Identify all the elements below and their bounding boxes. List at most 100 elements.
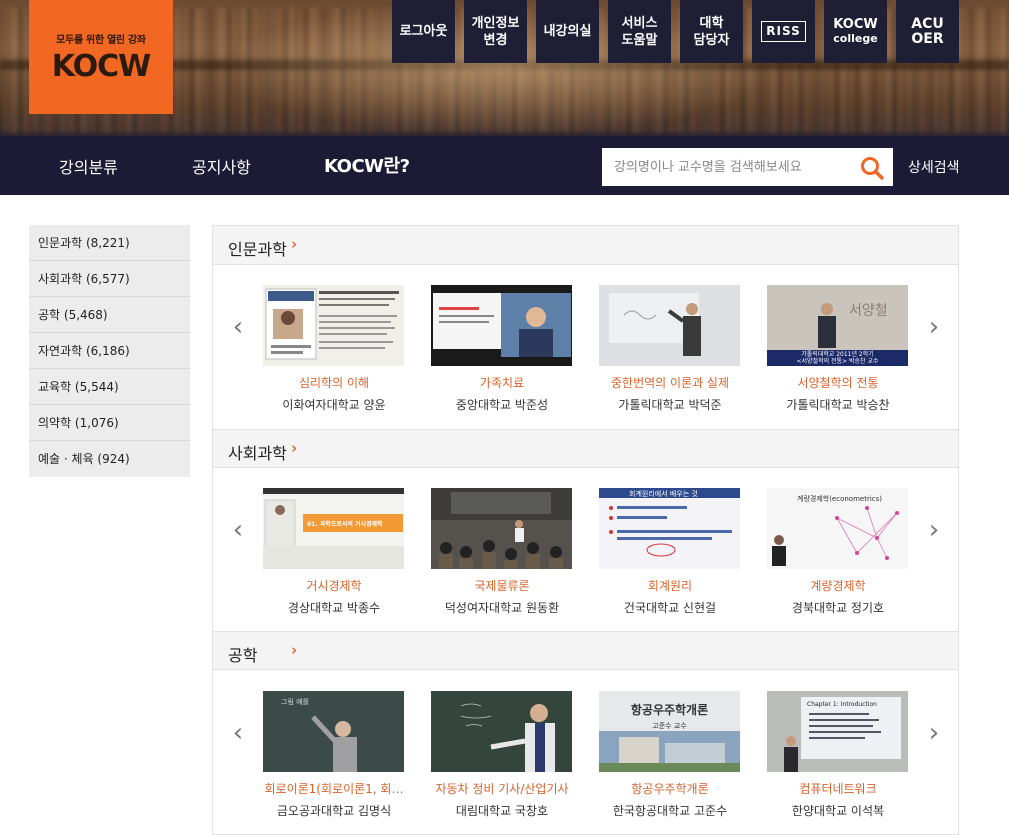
course-school-professor: 건국대학교 신현걸 (623, 601, 717, 615)
search-box (602, 148, 893, 186)
course-thumbnail: 항공우주학개론 고준수 교수 (599, 691, 740, 772)
course-card[interactable]: 국제물류론 덕성여자대학교 원동환 (431, 488, 573, 616)
logo-slogan: 모두를 위한 열린 강좌 (56, 34, 146, 46)
thumbnail-caption: 가톨릭대학교 2011년 2학기 <서양철학의 전통> 박승찬 교수 (796, 351, 879, 365)
course-title: 계량경제학 (810, 579, 866, 593)
course-title: 국제물류론 (474, 579, 530, 593)
chevron-right-icon[interactable]: › (291, 235, 297, 253)
sidebar-item-medicine[interactable]: 의약학 (1,076) (29, 405, 190, 441)
thumbnail-banner-text: 01. 과학으로서의 거시경제학 (307, 521, 383, 528)
course-school-professor: 가톨릭대학교 박덕준 (618, 398, 722, 412)
carousel-prev-button[interactable]: ‹ (228, 718, 248, 748)
carousel-prev-button[interactable]: ‹ (228, 312, 248, 342)
course-showcase: 인문과학 › ‹ › 심리학의 이해 이화여자대학교 양윤 가족치료 중앙대학교… (212, 225, 959, 835)
course-thumbnail (431, 488, 572, 569)
course-school-professor: 경상대학교 박종수 (287, 601, 381, 615)
course-thumbnail: Chapter 1: Introduction (767, 691, 908, 772)
sidebar-item-humanities[interactable]: 인문과학 (8,221) (29, 225, 190, 261)
course-card[interactable]: 회계원리에서 배우는 것 회계원리 건국대학교 신현걸 (599, 488, 741, 616)
course-school-professor: 대림대학교 국창호 (455, 804, 549, 818)
course-title: 자동차 정비 기사/산업기사 (435, 782, 569, 796)
course-title: 가족치료 (479, 376, 525, 390)
course-thumbnail: 01. 과학으로서의 거시경제학 (263, 488, 404, 569)
sidebar-item-education[interactable]: 교육학 (5,544) (29, 369, 190, 405)
course-card[interactable]: 그림 예를 회로이론1(회로이론1, 회… 금오공과대학교 김명식 (263, 691, 405, 819)
course-thumbnail (431, 285, 572, 366)
course-school-professor: 중앙대학교 박준성 (455, 398, 549, 412)
sidebar-item-engineering[interactable]: 공학 (5,468) (29, 297, 190, 333)
course-title: 거시경제학 (306, 579, 362, 593)
thumbnail-title-text: 계량경제학(econometrics) (797, 495, 883, 503)
nav-about-kocw[interactable]: KOCW란? (324, 152, 410, 178)
course-card[interactable]: 01. 과학으로서의 거시경제학 거시경제학 경상대학교 박종수 (263, 488, 405, 616)
course-card[interactable]: 심리학의 이해 이화여자대학교 양윤 (263, 285, 405, 413)
chevron-right-icon[interactable]: › (291, 641, 297, 659)
kocw-college-button[interactable]: KOCW college (824, 0, 887, 63)
my-lectures-button[interactable]: 내강의실 (536, 0, 599, 63)
top-button-group: 로그아웃 개인정보 변경 내강의실 서비스 도움말 대학 담당자 RISS KO… (392, 0, 968, 63)
logout-button[interactable]: 로그아웃 (392, 0, 455, 63)
course-school-professor: 경북대학교 정기호 (791, 601, 885, 615)
section-title[interactable]: 공학 (228, 642, 257, 666)
course-title: 서양철학의 전통 (797, 376, 879, 390)
acu-oer-button[interactable]: ACU OER (896, 0, 959, 63)
course-title: 심리학의 이해 (298, 376, 370, 390)
sidebar-item-arts-sports[interactable]: 예술 · 체육 (924) (29, 441, 190, 477)
section-title[interactable]: 인문과학 (228, 236, 287, 260)
course-title: 회계원리 (647, 579, 693, 593)
course-thumbnail (263, 285, 404, 366)
course-thumbnail (431, 691, 572, 772)
logo-wordmark: KOCW (51, 48, 152, 84)
course-card[interactable]: 가족치료 중앙대학교 박준성 (431, 285, 573, 413)
course-thumbnail: 그림 예를 (263, 691, 404, 772)
service-help-button[interactable]: 서비스 도움말 (608, 0, 671, 63)
course-school-professor: 한국항공대학교 고준수 (612, 804, 728, 818)
section-title[interactable]: 사회과학 (228, 440, 287, 464)
nav-notices[interactable]: 공지사항 (192, 154, 251, 178)
carousel-next-button[interactable]: › (924, 312, 944, 342)
course-card[interactable]: 서양철 가톨릭대학교 2011년 2학기 <서양철학의 전통> 박승찬 교수 서양… (767, 285, 909, 413)
carousel-next-button[interactable]: › (924, 718, 944, 748)
course-title: 항공우주학개론 (631, 782, 709, 796)
course-thumbnail: 회계원리에서 배우는 것 (599, 488, 740, 569)
course-card[interactable]: 자동차 정비 기사/산업기사 대림대학교 국창호 (431, 691, 573, 819)
course-title: 컴퓨터네트워크 (799, 782, 877, 796)
blackboard-text: 그림 예를 (281, 698, 309, 706)
riss-button[interactable]: RISS (752, 0, 815, 63)
riss-logo-icon: RISS (761, 21, 806, 42)
thumbnail-course-name: 항공우주학개론 (630, 703, 709, 717)
course-thumbnail (599, 285, 740, 366)
course-card[interactable]: 계량경제학(econometrics) 계량경제학 경북대학교 정기호 (767, 488, 909, 616)
university-staff-button[interactable]: 대학 담당자 (680, 0, 743, 63)
carousel-prev-button[interactable]: ‹ (228, 515, 248, 545)
course-school-professor: 한양대학교 이석복 (791, 804, 885, 818)
advanced-search-link[interactable]: 상세검색 (908, 157, 960, 177)
course-school-professor: 금오공과대학교 김명식 (276, 804, 392, 818)
carousel-next-button[interactable]: › (924, 515, 944, 545)
search-icon[interactable] (859, 155, 885, 181)
section-header-engineering: 공학 › (213, 631, 958, 670)
thumbnail-professor: 고준수 교수 (652, 722, 687, 730)
edit-profile-button[interactable]: 개인정보 변경 (464, 0, 527, 63)
course-card[interactable]: 항공우주학개론 고준수 교수 항공우주학개론 한국항공대학교 고준수 (599, 691, 741, 819)
course-thumbnail: 서양철 가톨릭대학교 2011년 2학기 <서양철학의 전통> 박승찬 교수 (767, 285, 908, 366)
site-header: 모두를 위한 열린 강좌 KOCW 로그아웃 개인정보 변경 내강의실 서비스 … (0, 0, 1009, 195)
thumbnail-header-text: 회계원리에서 배우는 것 (629, 490, 698, 498)
kocw-college-logo-icon: KOCW (833, 16, 878, 32)
course-school-professor: 이화여자대학교 양윤 (282, 398, 386, 412)
sidebar-item-natural-science[interactable]: 자연과학 (6,186) (29, 333, 190, 369)
course-school-professor: 덕성여자대학교 원동환 (444, 601, 560, 615)
course-card[interactable]: Chapter 1: Introduction 컴퓨터네트워크 한양대학교 이석… (767, 691, 909, 819)
nav-course-category[interactable]: 강의분류 (59, 154, 118, 178)
section-header-humanities: 인문과학 › (213, 226, 958, 265)
sidebar-item-social-science[interactable]: 사회과학 (6,577) (29, 261, 190, 297)
chevron-right-icon[interactable]: › (291, 439, 297, 457)
search-input[interactable] (602, 148, 852, 186)
course-card[interactable]: 중한번역의 이론과 실제 가톨릭대학교 박덕준 (599, 285, 741, 413)
section-header-social-science: 사회과학 › (213, 429, 958, 468)
kocw-logo[interactable]: 모두를 위한 열린 강좌 KOCW (29, 0, 173, 114)
course-title: 회로이론1(회로이론1, 회… (264, 782, 404, 796)
thumbnail-slide-title: Chapter 1: Introduction (807, 701, 877, 708)
course-school-professor: 가톨릭대학교 박승찬 (786, 398, 890, 412)
svg-text:서양철: 서양철 (849, 303, 888, 319)
